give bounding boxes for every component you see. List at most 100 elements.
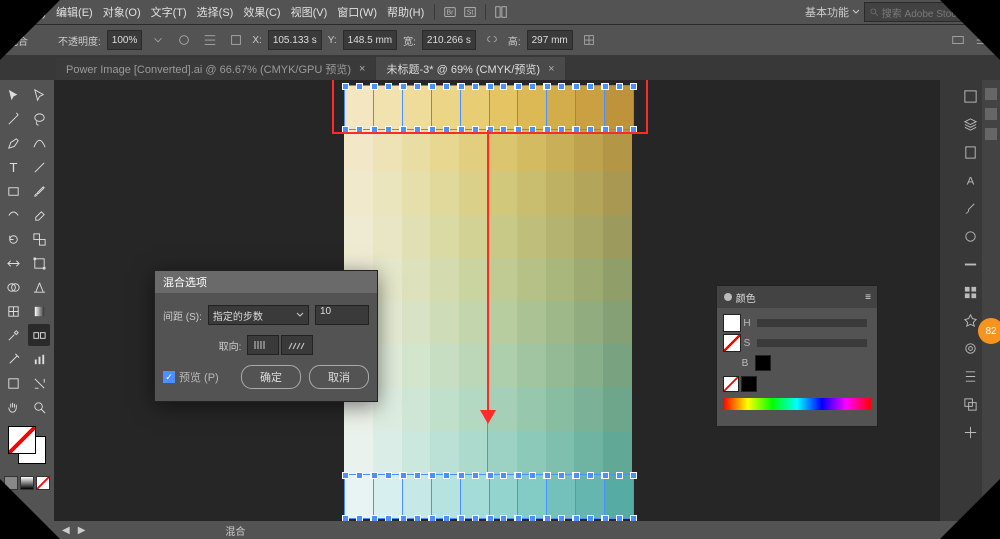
magic-wand-tool-icon[interactable]	[2, 108, 24, 130]
menu-help[interactable]: 帮助(H)	[383, 2, 428, 22]
canvas[interactable]: 混合选项 间距 (S): 指定的步数 10 取向: ✓预览 (P)	[54, 80, 940, 521]
type-tool-icon[interactable]: T	[2, 156, 24, 178]
stroke-swatch-icon[interactable]	[723, 334, 741, 352]
dock-icon[interactable]	[985, 108, 997, 120]
status-mode: 混合	[225, 523, 245, 538]
ok-button[interactable]: 确定	[241, 365, 301, 389]
orientation-label: 取向:	[219, 338, 242, 353]
preview-label: 预览 (P)	[179, 369, 219, 385]
svg-text:A: A	[966, 175, 974, 187]
eyedropper-tool-icon[interactable]	[2, 324, 24, 346]
setup-icon[interactable]	[948, 30, 968, 50]
h-label: 高:	[508, 33, 521, 48]
orient-align-path-icon[interactable]	[281, 335, 313, 355]
isolate-icon[interactable]	[579, 30, 599, 50]
tab-document-2[interactable]: 未标题-3* @ 69% (CMYK/预览)×	[376, 57, 564, 81]
hand-tool-icon[interactable]	[2, 396, 24, 418]
far-right-dock	[982, 80, 1000, 521]
shape-builder-tool-icon[interactable]	[2, 276, 24, 298]
dock-icon[interactable]	[985, 128, 997, 140]
black-swatch-icon[interactable]	[741, 376, 757, 392]
selection-bottom-row[interactable]	[344, 474, 634, 519]
preview-checkbox[interactable]: ✓	[163, 371, 175, 383]
workspace-switcher[interactable]: 基本功能	[805, 4, 860, 20]
selection-tool-icon[interactable]	[2, 84, 24, 106]
rotate-tool-icon[interactable]	[2, 228, 24, 250]
shaper-tool-icon[interactable]	[2, 204, 24, 226]
toolbox: T	[0, 80, 54, 521]
b-swatch[interactable]	[755, 355, 771, 371]
paintbrush-tool-icon[interactable]	[28, 180, 50, 202]
y-value[interactable]: 148.5 mm	[343, 30, 397, 50]
column-graph-tool-icon[interactable]	[28, 348, 50, 370]
h-slider[interactable]	[757, 319, 867, 327]
w-value[interactable]: 210.266 s	[422, 30, 476, 50]
rectangle-tool-icon[interactable]	[2, 180, 24, 202]
opacity-label: 不透明度:	[58, 33, 101, 48]
close-icon[interactable]: ×	[548, 63, 554, 75]
menu-select[interactable]: 选择(S)	[193, 2, 238, 22]
zoom-tool-icon[interactable]	[28, 396, 50, 418]
menu-edit[interactable]: 编辑(E)	[52, 2, 97, 22]
cancel-button[interactable]: 取消	[309, 365, 369, 389]
y-label: Y:	[328, 35, 337, 46]
spacing-mode-select[interactable]: 指定的步数	[208, 305, 309, 325]
width-tool-icon[interactable]	[2, 252, 24, 274]
eraser-tool-icon[interactable]	[28, 204, 50, 226]
notification-badge[interactable]: 82	[978, 318, 1000, 344]
symbol-sprayer-tool-icon[interactable]	[2, 348, 24, 370]
svg-text:Br: Br	[447, 10, 455, 17]
x-label: X:	[252, 35, 261, 46]
s-slider[interactable]	[757, 339, 867, 347]
h-value[interactable]: 297 mm	[527, 30, 573, 50]
none-swatch-icon[interactable]	[723, 376, 739, 392]
lasso-tool-icon[interactable]	[28, 108, 50, 130]
annotation-arrow-head	[480, 410, 496, 424]
w-label: 宽:	[403, 33, 416, 48]
stock-icon[interactable]: St	[461, 3, 479, 21]
perspective-grid-tool-icon[interactable]	[28, 276, 50, 298]
svg-text:T: T	[9, 160, 17, 175]
menu-view[interactable]: 视图(V)	[287, 2, 332, 22]
line-tool-icon[interactable]	[28, 156, 50, 178]
selection-top-row[interactable]	[344, 85, 634, 130]
opacity-value[interactable]: 100%	[107, 30, 143, 50]
scale-tool-icon[interactable]	[28, 228, 50, 250]
transform-icon[interactable]	[226, 30, 246, 50]
menu-type[interactable]: 文字(T)	[147, 2, 191, 22]
direct-selection-tool-icon[interactable]	[28, 84, 50, 106]
blend-tool-icon[interactable]	[28, 324, 50, 346]
color-mode-icons[interactable]	[2, 476, 52, 490]
dock-icon[interactable]	[985, 88, 997, 100]
mesh-tool-icon[interactable]	[2, 300, 24, 322]
spectrum-ramp[interactable]	[723, 398, 871, 410]
curvature-tool-icon[interactable]	[28, 132, 50, 154]
color-panel: 颜色≡ H S B	[716, 285, 878, 427]
gradient-tool-icon[interactable]	[28, 300, 50, 322]
menu-object[interactable]: 对象(O)	[99, 2, 145, 22]
fill-stroke-swatch[interactable]	[8, 426, 46, 464]
annotation-arrow-line	[487, 130, 489, 415]
steps-input[interactable]: 10	[315, 305, 369, 325]
dialog-title: 混合选项	[155, 271, 377, 293]
x-value[interactable]: 105.133 s	[268, 30, 322, 50]
menu-effect[interactable]: 效果(C)	[239, 2, 284, 22]
arrange-icon[interactable]	[492, 3, 510, 21]
link-wh-icon[interactable]	[482, 30, 502, 50]
fill-swatch-icon[interactable]	[723, 314, 741, 332]
pen-tool-icon[interactable]	[2, 132, 24, 154]
orient-align-page-icon[interactable]	[247, 335, 279, 355]
close-icon[interactable]: ×	[359, 63, 365, 75]
free-transform-tool-icon[interactable]	[28, 252, 50, 274]
artboard-tool-icon[interactable]	[2, 372, 24, 394]
tab-document-1[interactable]: Power Image [Converted].ai @ 66.67% (CMY…	[56, 57, 375, 81]
panel-menu-icon[interactable]: ≡	[865, 292, 871, 303]
recolor-icon[interactable]	[174, 30, 194, 50]
slice-tool-icon[interactable]	[28, 372, 50, 394]
blend-options-dialog: 混合选项 间距 (S): 指定的步数 10 取向: ✓预览 (P)	[154, 270, 378, 402]
align-icon[interactable]	[200, 30, 220, 50]
chevron-down-icon[interactable]	[148, 30, 168, 50]
bridge-icon[interactable]: Br	[441, 3, 459, 21]
menu-window[interactable]: 窗口(W)	[333, 2, 381, 22]
svg-text:St: St	[467, 10, 474, 17]
